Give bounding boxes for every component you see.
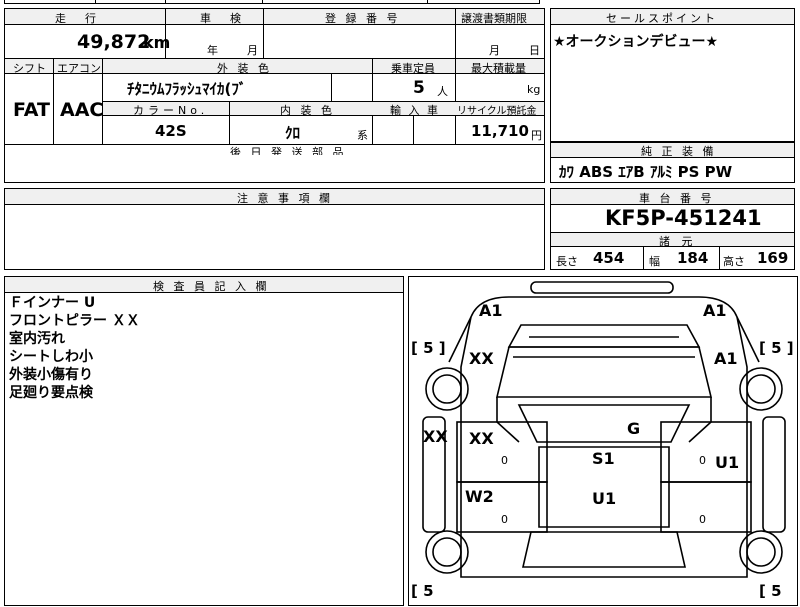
chassis-number: KF5P-451241: [605, 206, 762, 230]
inspector-notes-list: Ｆインナー U フロントピラー ＸＸ 室内汚れ シートしわ小 外装小傷有り 足廻…: [9, 294, 140, 402]
shift-value: FAT: [13, 99, 50, 121]
tire-mark-front-left: [ 5 ]: [411, 339, 446, 357]
inspector-notes-box: 検 査 員 記 入 欄 Ｆインナー U フロントピラー ＸＸ 室内汚れ シートし…: [4, 276, 404, 606]
shift-header: シフト: [13, 62, 46, 75]
car-outline-drawing: [422, 281, 786, 578]
import-header: 輸 入 車: [390, 104, 440, 117]
aircon-header: エアコン: [57, 62, 101, 75]
inspection-month: 月: [247, 44, 258, 57]
genuine-value: ｶﾜ ABS ｴｱB ｱﾙﾐ PS PW: [559, 163, 733, 181]
damage-mark-xx-door-left: XX: [469, 429, 494, 448]
sales-point-text: ★オークションデビュー★: [553, 34, 719, 50]
mileage-header: 走 行: [55, 12, 100, 25]
capacity-value: 5: [413, 78, 425, 98]
damage-mark-zero: 0: [699, 454, 706, 467]
inspector-note: 室内汚れ: [9, 331, 65, 347]
mileage-unit: km: [143, 33, 171, 52]
sales-point-box: セールスポイント ★オークションデビュー★: [550, 8, 795, 142]
exterior-color-header: 外 装 色: [217, 62, 272, 75]
damage-mark-zero: 0: [699, 513, 706, 526]
max-load-unit: kg: [527, 83, 541, 96]
mileage-value: 49,872: [77, 31, 151, 53]
interior-color-header: 内 装 色: [280, 104, 335, 117]
genuine-header: 純 正 装 備: [641, 145, 717, 158]
chassis-box: 車 台 番 号 KF5P-451241 諸 元 長さ 454 幅 184 高さ …: [550, 188, 795, 270]
damage-mark-g-glass: G: [627, 419, 641, 438]
later-parts-box: [4, 155, 545, 183]
vehicle-info-table: 走 行 車 検 登 録 番 号 譲渡書類期限 49,872 km 年 月 月 日…: [4, 8, 545, 159]
damage-mark-u1-door-right: U1: [715, 453, 740, 472]
recycle-unit: 円: [531, 129, 542, 142]
length-label: 長さ: [556, 255, 578, 268]
recycle-header: リサイクル預託金: [457, 106, 537, 117]
damage-mark-a1-fender-right: A1: [714, 349, 738, 368]
color-no-header: カラーNo.: [133, 104, 209, 117]
car-diagram: [ 5 ] [ 5 ] [ 5 [ 5 A1 A1 XX A1 XX XX G …: [408, 276, 798, 606]
tire-mark-rear-left: [ 5: [411, 582, 434, 600]
height-value: 169: [757, 249, 789, 267]
inspection-header: 車 検: [200, 12, 245, 25]
recycle-value: 11,710: [471, 122, 529, 140]
inspector-note: シートしわ小: [9, 349, 93, 365]
height-label: 高さ: [723, 255, 745, 268]
top-strip: [4, 0, 540, 4]
capacity-unit: 人: [437, 85, 448, 98]
inspector-header: 検 査 員 記 入 欄: [153, 280, 270, 293]
width-value: 184: [677, 249, 709, 267]
width-label: 幅: [649, 255, 660, 268]
damage-mark-zero: 0: [501, 513, 508, 526]
damage-mark-xx-fender-left: XX: [469, 349, 494, 368]
damage-mark-u1-roof: U1: [592, 489, 617, 508]
capacity-header: 乗車定員: [391, 62, 435, 75]
damage-mark-xx-side-left: XX: [423, 427, 448, 446]
registration-header: 登 録 番 号: [325, 12, 401, 25]
interior-suffix: 系: [357, 129, 368, 142]
exterior-color-value: ﾁﾀﾆｳﾑﾌﾗｯｼｭﾏｲｶ(ﾌﾞ: [127, 80, 247, 98]
length-value: 454: [593, 249, 625, 267]
specs-header: 諸 元: [659, 235, 697, 248]
damage-mark-s1-roof: S1: [592, 449, 615, 468]
interior-color-value: ｸﾛ: [285, 124, 301, 142]
transfer-month: 月: [489, 44, 500, 57]
transfer-header: 譲渡書類期限: [461, 12, 527, 25]
damage-mark-a1-front-right: A1: [703, 301, 727, 320]
color-no-value: 42S: [155, 122, 187, 140]
notes-header: 注 意 事 項 欄: [237, 192, 333, 205]
inspector-note: Ｆインナー U: [9, 295, 96, 311]
notes-box: 注 意 事 項 欄: [4, 188, 545, 270]
max-load-header: 最大積載量: [471, 62, 526, 75]
damage-mark-w2-rear-left: W2: [465, 487, 494, 506]
inspector-note: フロントピラー ＸＸ: [9, 313, 140, 329]
inspector-note: 足廻り要点検: [9, 385, 93, 401]
sales-point-header: セールスポイント: [606, 12, 718, 25]
damage-mark-zero: 0: [501, 454, 508, 467]
tire-mark-front-right: [ 5 ]: [759, 339, 794, 357]
tire-mark-rear-right: [ 5: [759, 582, 782, 600]
inspector-note: 外装小傷有り: [9, 367, 93, 383]
transfer-day: 日: [529, 44, 540, 57]
damage-mark-a1-front-left: A1: [479, 301, 503, 320]
genuine-equipment-box: 純 正 装 備 ｶﾜ ABS ｴｱB ｱﾙﾐ PS PW: [550, 142, 795, 183]
aircon-value: AAC: [60, 99, 104, 121]
chassis-header: 車 台 番 号: [639, 192, 715, 205]
inspection-year: 年: [207, 44, 218, 57]
